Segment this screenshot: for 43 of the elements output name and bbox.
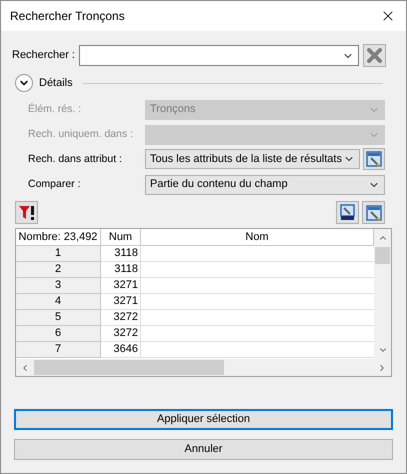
scroll-thumb[interactable] [375, 247, 390, 264]
details-toggle[interactable] [15, 74, 33, 92]
field-label: Rech. dans attribut : [28, 152, 123, 167]
dialog-button[interactable]: Appliquer sélection [14, 409, 393, 430]
table-cell: 3118 [101, 246, 141, 262]
dialog-button[interactable]: Annuler [14, 439, 393, 460]
table-cell: 3271 [101, 278, 141, 294]
details-label: Détails [39, 76, 73, 91]
clear-icon [366, 47, 383, 64]
table-cell: 3646 [101, 342, 141, 358]
column-header[interactable]: Nom [141, 229, 374, 246]
filter-warning-icon [18, 204, 35, 221]
row-header[interactable]: 6 [16, 326, 101, 342]
window-title: Rechercher Tronçons [10, 8, 126, 25]
row-header[interactable]: 5 [16, 310, 101, 326]
search-label: Rechercher : [12, 48, 75, 64]
field-label: Élém. rés. : [28, 102, 82, 117]
pick-button[interactable] [362, 201, 385, 224]
window-pick-icon [366, 204, 382, 220]
row-header[interactable]: 2 [16, 262, 101, 278]
row-header[interactable]: 4 [16, 294, 101, 310]
table-cell: 3271 [101, 294, 141, 310]
filter-button[interactable] [15, 201, 38, 224]
row-header[interactable]: 3 [16, 278, 101, 294]
row-header[interactable]: 1 [16, 246, 101, 262]
dropdown-field[interactable]: Partie du contenu du champ [145, 174, 385, 194]
field-label: Rech. uniquem. dans : [28, 126, 134, 142]
column-header[interactable]: Num [101, 229, 141, 246]
table-cell: 3118 [101, 262, 141, 278]
window-pick-icon [366, 151, 382, 167]
definition-button[interactable] [336, 201, 359, 224]
clear-button[interactable] [363, 44, 386, 67]
table-cell: 3272 [101, 326, 141, 342]
search-field[interactable] [78, 45, 359, 66]
pick-attribute-button[interactable] [363, 148, 385, 170]
dropdown-field[interactable]: Tous les attributs de la liste de résultats [145, 149, 360, 169]
scroll-thumb[interactable] [34, 360, 224, 375]
field-label: Comparer : [28, 176, 82, 192]
table-cell: 3272 [101, 310, 141, 326]
row-header[interactable]: 7 [16, 342, 101, 358]
vertical-scrollbar[interactable] [374, 229, 391, 359]
window-definition-icon [339, 204, 356, 221]
horizontal-scrollbar[interactable] [16, 359, 391, 376]
